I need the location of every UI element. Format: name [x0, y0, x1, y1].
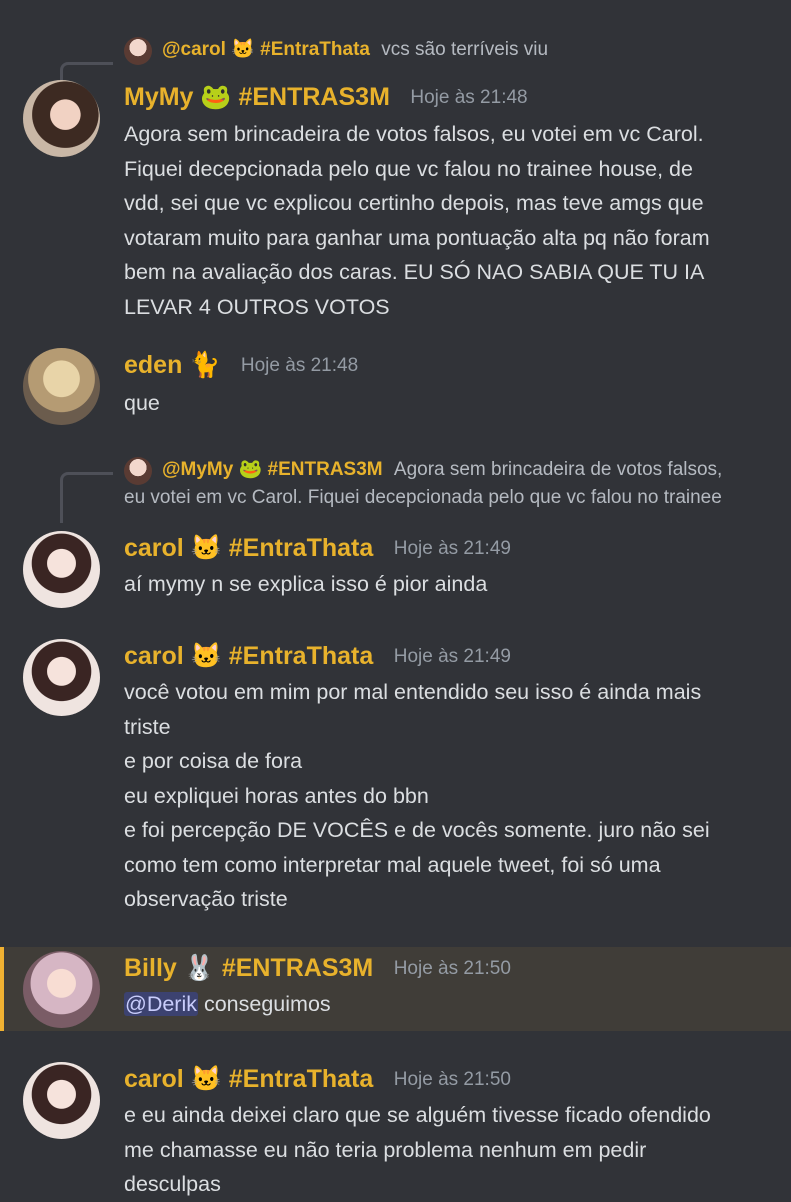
message-line: aí mymy n se explica isso é pior ainda: [124, 572, 488, 596]
username-carol[interactable]: carol 🐱 #EntraThata: [124, 1065, 373, 1093]
reply-author[interactable]: @carol 🐱 #EntraThata: [162, 39, 370, 60]
timestamp: Hoje às 21:49: [393, 537, 511, 559]
reply-preview[interactable]: @MyMy 🐸 #ENTRAS3M Agora sem brincadeira …: [124, 457, 784, 517]
message-line: que: [124, 391, 160, 415]
username-eden[interactable]: eden 🐈: [124, 351, 220, 379]
reply-avatar: [124, 457, 152, 485]
avatar-eden[interactable]: [23, 348, 100, 425]
avatar-carol[interactable]: [23, 1062, 100, 1139]
message-body: você votou em mim por mal entendido seu …: [124, 675, 784, 917]
message-line: e foi percepção DE VOCÊS e de vocês some…: [124, 818, 710, 842]
message-line: Agora sem brincadeira de votos falsos, e…: [124, 122, 704, 146]
message-line: bem na avaliação dos caras. EU SÓ NAO SA…: [124, 260, 705, 284]
timestamp: Hoje às 21:50: [393, 1068, 511, 1090]
message-body: @Derik conseguimos: [124, 987, 784, 1022]
message-header: carol 🐱 #EntraThata Hoje às 21:49: [124, 642, 511, 671]
timestamp: Hoje às 21:48: [240, 354, 359, 376]
reply-text: eu votei em vc Carol. Fiquei decepcionad…: [124, 487, 722, 508]
username-carol[interactable]: carol 🐱 #EntraThata: [124, 642, 373, 670]
avatar-carol[interactable]: [23, 639, 100, 716]
message-line: LEVAR 4 OUTROS VOTOS: [124, 294, 390, 319]
message-line: votaram muito para ganhar uma pontuação …: [124, 225, 710, 250]
reply-text: Agora sem brincadeira de votos falsos,: [393, 459, 723, 480]
username-carol[interactable]: carol 🐱 #EntraThata: [124, 534, 373, 562]
username-mymy[interactable]: MyMy 🐸 #ENTRAS3M: [124, 83, 390, 111]
reply-avatar: [124, 37, 152, 65]
message-line: observação triste: [124, 887, 288, 911]
message-body: que: [124, 386, 784, 421]
message-body: aí mymy n se explica isso é pior ainda: [124, 567, 784, 602]
username-billy[interactable]: Billy 🐰 #ENTRAS3M: [124, 954, 373, 982]
timestamp: Hoje às 21:50: [393, 957, 511, 979]
avatar-mymy[interactable]: [23, 80, 100, 157]
timestamp: Hoje às 21:48: [410, 86, 528, 108]
message-line: desculpas: [124, 1172, 221, 1196]
message-line: e por coisa de fora: [124, 749, 303, 773]
message-line: e eu ainda deixei claro que se alguém ti…: [124, 1103, 711, 1127]
message-line: vdd, sei que vc explicou certinho depois…: [124, 191, 704, 215]
reply-spine: [60, 472, 113, 523]
user-mention[interactable]: @Derik: [124, 992, 198, 1016]
reply-preview[interactable]: @carol 🐱 #EntraThata vcs são terríveis v…: [124, 37, 549, 65]
message-line: me chamasse eu não teria problema nenhum…: [124, 1137, 647, 1162]
avatar-carol[interactable]: [23, 531, 100, 608]
message-header: MyMy 🐸 #ENTRAS3M Hoje às 21:48: [124, 83, 528, 112]
message-header: Billy 🐰 #ENTRAS3M Hoje às 21:50: [124, 954, 511, 983]
message-text: conseguimos: [198, 992, 331, 1016]
message-header: eden 🐈 Hoje às 21:48: [124, 351, 358, 380]
avatar-billy[interactable]: [23, 951, 100, 1028]
timestamp: Hoje às 21:49: [393, 645, 511, 667]
message-header: carol 🐱 #EntraThata Hoje às 21:50: [124, 1065, 511, 1094]
message-line: Fiquei decepcionada pelo que vc falou no…: [124, 156, 693, 181]
message-line: triste: [124, 714, 171, 739]
message-line: eu expliquei horas antes do bbn: [124, 783, 429, 808]
reply-author[interactable]: @MyMy 🐸 #ENTRAS3M: [162, 459, 383, 480]
reply-text: vcs são terríveis viu: [381, 39, 549, 60]
message-body: e eu ainda deixei claro que se alguém ti…: [124, 1098, 784, 1202]
message-line: como tem como interpretar mal aquele twe…: [124, 852, 661, 877]
message-header: carol 🐱 #EntraThata Hoje às 21:49: [124, 534, 511, 563]
message-body: Agora sem brincadeira de votos falsos, e…: [124, 117, 784, 324]
message-line: você votou em mim por mal entendido seu …: [124, 680, 702, 704]
